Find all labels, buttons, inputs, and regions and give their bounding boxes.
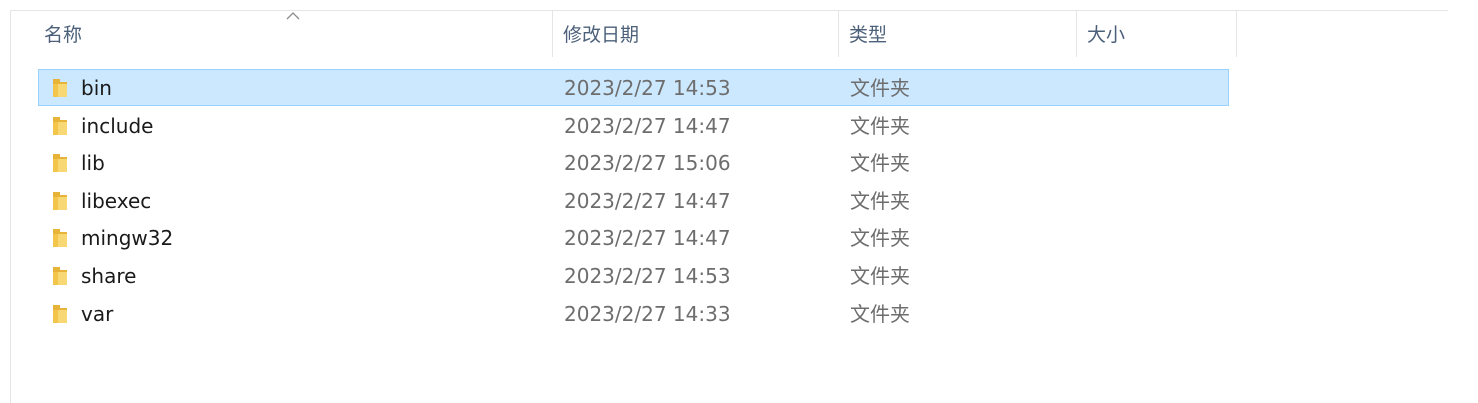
file-date-modified: 2023/2/27 14:33	[564, 301, 731, 326]
column-header-date[interactable]: 修改日期	[553, 11, 839, 57]
file-date-modified: 2023/2/27 14:47	[564, 188, 731, 213]
file-date-modified: 2023/2/27 14:47	[564, 113, 731, 138]
file-type: 文件夹	[850, 113, 910, 138]
column-header-size-label: 大小	[1087, 24, 1126, 46]
file-row-lib[interactable]: lib 2023/2/27 15:06 文件夹	[38, 144, 1229, 181]
file-row-include[interactable]: include 2023/2/27 14:47 文件夹	[38, 107, 1229, 144]
folder-icon	[53, 304, 67, 323]
file-name: include	[81, 113, 154, 138]
file-name: var	[81, 301, 114, 326]
file-type: 文件夹	[850, 76, 910, 100]
file-row-var[interactable]: var 2023/2/27 14:33 文件夹	[38, 295, 1229, 332]
file-list-pane: 名称 修改日期 类型 大小 bin 2023/2/27 14:53 文件夹 in…	[10, 10, 1448, 403]
column-header-bar: 名称 修改日期 类型 大小	[11, 11, 1448, 57]
sort-ascending-icon	[286, 12, 300, 20]
file-type: 文件夹	[850, 301, 910, 326]
file-date-modified: 2023/2/27 14:47	[564, 226, 731, 251]
file-row-mingw32[interactable]: mingw32 2023/2/27 14:47 文件夹	[38, 219, 1229, 256]
folder-icon	[53, 229, 67, 248]
file-date-modified: 2023/2/27 15:06	[564, 151, 731, 176]
file-row-bin[interactable]: bin 2023/2/27 14:53 文件夹	[38, 69, 1229, 106]
file-name: share	[81, 264, 137, 288]
file-type: 文件夹	[850, 151, 910, 176]
column-header-date-label: 修改日期	[563, 24, 640, 46]
folder-icon	[53, 116, 67, 135]
file-type: 文件夹	[850, 226, 910, 251]
column-header-size[interactable]: 大小	[1077, 11, 1237, 57]
folder-icon	[53, 154, 67, 173]
file-type: 文件夹	[850, 188, 910, 213]
file-type: 文件夹	[850, 264, 910, 288]
file-name: lib	[81, 151, 105, 176]
column-header-name[interactable]: 名称	[11, 11, 553, 57]
file-row-share[interactable]: share 2023/2/27 14:53 文件夹	[38, 257, 1229, 294]
file-row-libexec[interactable]: libexec 2023/2/27 14:47 文件夹	[38, 182, 1229, 219]
folder-icon	[53, 267, 67, 285]
file-name: libexec	[81, 188, 152, 213]
file-name: mingw32	[81, 226, 174, 251]
column-header-type[interactable]: 类型	[839, 11, 1077, 57]
column-header-type-label: 类型	[849, 24, 888, 46]
column-header-name-label: 名称	[44, 24, 83, 46]
folder-icon	[53, 191, 67, 210]
folder-icon	[53, 79, 67, 97]
file-date-modified: 2023/2/27 14:53	[564, 76, 731, 100]
file-date-modified: 2023/2/27 14:53	[564, 264, 731, 288]
file-name: bin	[81, 76, 112, 100]
